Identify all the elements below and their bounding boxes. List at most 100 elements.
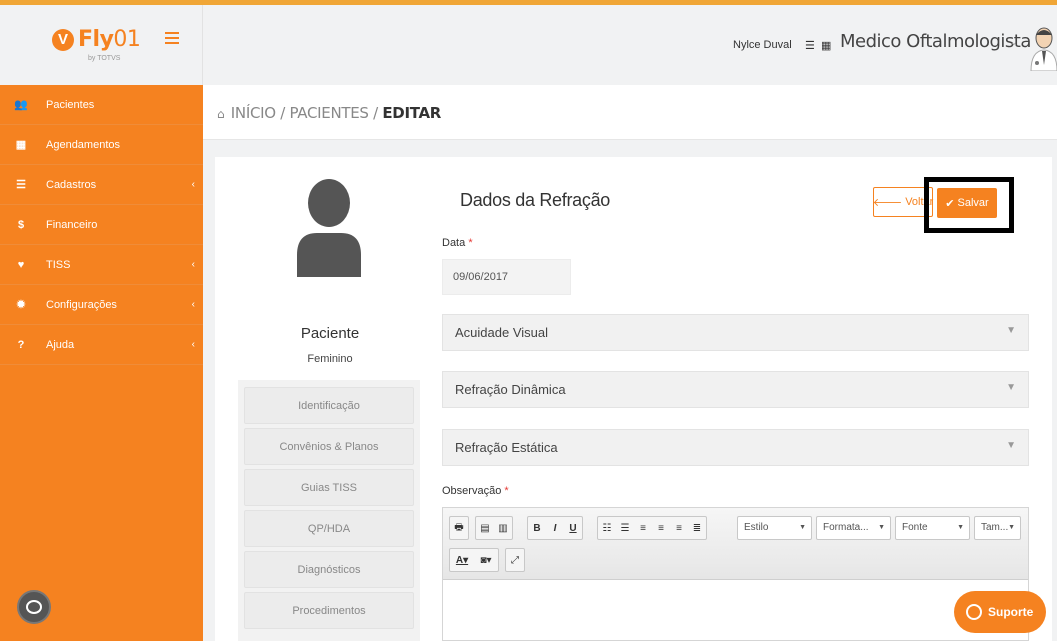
font-select-label: Fonte [902,522,928,533]
logo-area: V Fly01 by TOTVS [0,5,203,85]
date-field[interactable] [442,259,571,295]
ordered-list-icon[interactable]: ☷ [598,517,616,539]
chevron-left-icon: ‹ [191,339,195,350]
bullet-list-icon[interactable]: ☰ [616,517,634,539]
sidebar-item-agendamentos[interactable]: ▦ Agendamentos [0,125,203,165]
support-button[interactable]: Suporte [954,591,1046,633]
sidebar: V Fly01 by TOTVS 👥 Pacientes ▦ Agendamentos… [0,5,203,641]
sidebar-item-label: TISS [46,258,71,271]
accordion-label: Refração Dinâmica [455,382,566,397]
sidebar-item-label: Cadastros [46,178,97,191]
calendar-icon: ▦ [15,139,27,151]
date-label: Data * [442,237,473,249]
breadcrumb-pacientes[interactable]: PACIENTES [289,104,368,122]
date-label-text: Data [442,237,466,249]
align-center-icon[interactable]: ≡ [652,517,670,539]
bold-icon[interactable]: B [528,517,546,539]
save-button-label: Salvar [957,197,989,209]
patient-avatar-icon [295,177,363,277]
heartbeat-icon: ♥ [17,258,25,271]
tab-convenios-planos[interactable]: Convênios & Planos [244,428,414,465]
sidebar-item-financeiro[interactable]: $ Financeiro [0,205,203,245]
paste-text-icon[interactable]: ▥ [494,517,512,539]
sidebar-item-cadastros[interactable]: ☰ Cadastros ‹ [0,165,203,205]
tab-identificacao[interactable]: Identificação [244,387,414,424]
home-icon[interactable]: ⌂ [217,107,225,121]
underline-icon[interactable]: U [564,517,582,539]
accordion-refracao-dinamica[interactable]: Refração Dinâmica ▼ [442,371,1029,408]
sidebar-item-label: Pacientes [46,98,95,111]
size-select[interactable]: Tam... ▼ [974,516,1021,540]
size-select-label: Tam... [981,522,1009,533]
text-color-icon[interactable]: A▾ [450,549,474,571]
tab-procedimentos[interactable]: Procedimentos [244,592,414,629]
accordion-refracao-estatica[interactable]: Refração Estática ▼ [442,429,1029,466]
list-icon[interactable]: ☰ [805,39,815,52]
tab-guias-tiss[interactable]: Guias TISS [244,469,414,506]
toolbar-group-lists: ☷ ☰ ≡ ≡ ≡ ≣ [597,516,707,540]
sidebar-item-pacientes[interactable]: 👥 Pacientes [0,85,203,125]
patient-gender: Feminino [307,353,353,365]
chevron-down-icon: ▼ [1006,440,1016,451]
align-justify-icon[interactable]: ≣ [688,517,706,539]
logo-by-totvs: by TOTVS [88,55,121,62]
chevron-down-icon[interactable]: ⌄ [1010,37,1018,48]
sidebar-item-ajuda[interactable]: ? Ajuda ‹ [0,325,203,365]
chevron-down-icon: ▼ [1006,325,1016,336]
hamburger-menu-icon[interactable] [165,32,179,44]
required-mark: * [468,237,473,249]
align-left-icon[interactable]: ≡ [634,517,652,539]
role-selector[interactable]: Medico Oftalmologista [840,31,1031,52]
breadcrumb-bar: ⌂ INÍCIO / PACIENTES / EDITAR [203,85,1057,140]
chevron-left-icon: ‹ [191,259,195,270]
gear-icon: ✹ [16,299,26,311]
chevron-left-icon: ‹ [191,299,195,310]
background-color-icon[interactable]: ◙▾ [474,549,498,571]
required-mark: * [504,485,509,497]
caret-down-icon: ▼ [799,524,806,531]
check-icon: ✔ [945,197,955,210]
tab-diagnosticos[interactable]: Diagnósticos [244,551,414,588]
align-right-icon[interactable]: ≡ [670,517,688,539]
format-select[interactable]: Formata... ▼ [816,516,891,540]
caret-down-icon: ▼ [1008,524,1015,531]
print-icon[interactable]: 🖶 [450,517,468,539]
chat-icon[interactable] [17,590,51,624]
toolbar-group-colors: A▾ ◙▾ [449,548,499,572]
font-select[interactable]: Fonte ▼ [895,516,970,540]
breadcrumb-home[interactable]: INÍCIO [231,104,276,122]
breadcrumb-separator: / [275,104,290,122]
toolbar-group-maximize: ⤢ [505,548,525,572]
logo-text-bold: Fly [78,27,114,52]
save-button[interactable]: ✔ Salvar [937,188,997,218]
maximize-icon[interactable]: ⤢ [506,549,524,571]
sidebar-item-label: Ajuda [46,338,75,351]
section-title: Dados da Refração [460,190,610,210]
style-select[interactable]: Estilo ▼ [737,516,812,540]
question-icon: ? [17,338,25,351]
breadcrumb: ⌂ INÍCIO / PACIENTES / EDITAR [217,104,441,122]
toolbar-group-print: 🖶 [449,516,469,540]
sidebar-item-tiss[interactable]: ♥ TISS ‹ [0,245,203,285]
patient-name: Paciente [300,325,360,342]
sidebar-item-configuracoes[interactable]: ✹ Configurações ‹ [0,285,203,325]
accordion-acuidade-visual[interactable]: Acuidade Visual ▼ [442,314,1029,351]
patient-tabs: Identificação Convênios & Planos Guias TIS… [238,380,420,641]
tab-qp-hda[interactable]: QP/HDA [244,510,414,547]
accordion-label: Acuidade Visual [455,325,548,340]
grid-icon[interactable]: ▦ [821,39,831,52]
logo-mark-icon: V [52,28,74,51]
app-logo[interactable]: V Fly01 [52,27,141,52]
arrow-left-icon: 🡐 [872,197,903,209]
avatar[interactable] [1029,25,1057,71]
users-icon: 👥 [14,99,28,111]
italic-icon[interactable]: I [546,517,564,539]
observation-label: Observação * [442,485,509,497]
rich-text-editor: 🖶 ▤ ▥ B I U ☷ ☰ ≡ ≡ ≡ ≣ Estilo ▼ Formata… [442,507,1029,641]
user-name[interactable]: Nylce Duval [733,39,792,51]
sidebar-item-label: Agendamentos [46,138,120,151]
paste-icon[interactable]: ▤ [476,517,494,539]
chevron-left-icon: ‹ [191,179,195,190]
breadcrumb-current: EDITAR [382,104,442,122]
observation-label-text: Observação [442,485,502,497]
